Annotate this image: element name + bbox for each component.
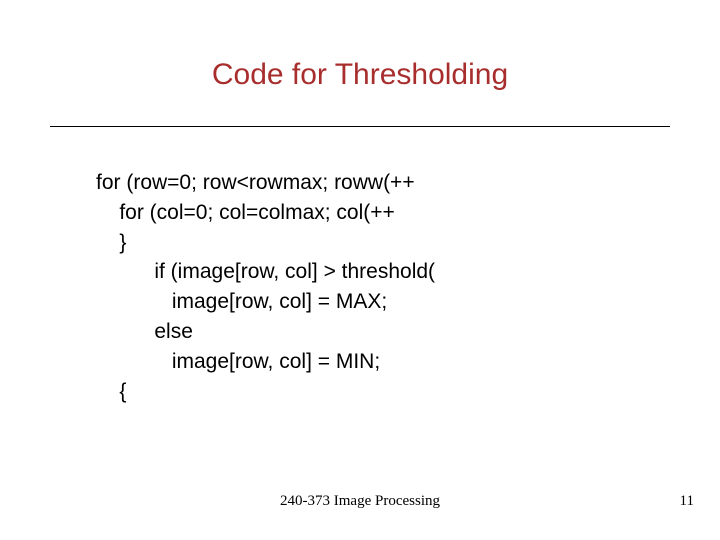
slide-title: Code for Thresholding [0,58,720,92]
code-line: if (image[row, col] > threshold( [96,260,435,283]
slide: Code for Thresholding for (row=0; row<ro… [0,0,720,540]
code-line: image[row, col] = MAX; [96,290,387,313]
code-line: { [96,380,126,403]
code-line: } [96,231,126,254]
code-line: image[row, col] = MIN; [96,350,380,373]
page-number: 11 [680,493,694,510]
code-line: for (col=0; col=colmax; col(++ [96,201,395,224]
code-block: for (row=0; row<rowmax; roww(++ for (col… [96,168,656,407]
code-line: else [96,320,193,343]
code-line: for (row=0; row<rowmax; roww(++ [96,171,415,194]
footer-text: 240-373 Image Processing [0,493,720,510]
title-underline [50,126,670,127]
